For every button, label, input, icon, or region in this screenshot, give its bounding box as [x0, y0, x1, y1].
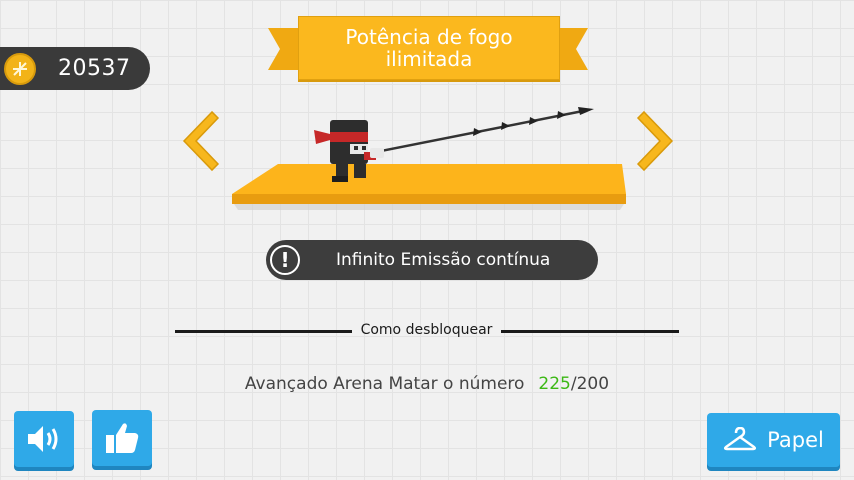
spear-icon [375, 107, 594, 154]
ability-description: Infinito Emissão contínua [336, 250, 551, 270]
coin-value: 20537 [58, 56, 131, 81]
speaker-icon [28, 426, 58, 452]
requirement-progress-current: 225 [538, 374, 571, 394]
weapon-title: Potência de fogo ilimitada [298, 16, 560, 80]
divider-line-right [501, 330, 679, 333]
requirement-text: Avançado Arena Matar o número [244, 374, 525, 394]
chevron-right-icon [636, 110, 674, 172]
divider-line-left [175, 330, 352, 333]
thumbs-up-icon [106, 423, 139, 453]
sound-toggle-button[interactable] [14, 411, 74, 467]
previous-weapon-button[interactable] [178, 110, 220, 172]
next-weapon-button[interactable] [636, 110, 678, 172]
outfit-button[interactable]: Papel [707, 413, 840, 467]
exclamation-icon: ! [270, 245, 300, 275]
ability-info-bar: ! Infinito Emissão contínua [266, 240, 598, 280]
unlock-heading: Como desbloquear [360, 322, 493, 338]
hanger-icon [724, 427, 757, 451]
character-preview [226, 96, 636, 216]
coin-icon [4, 52, 36, 85]
weapon-title-line2: ilimitada [385, 47, 473, 71]
unlock-requirement: Avançado Arena Matar o número 225/200 [0, 374, 854, 394]
coin-counter: 20537 [0, 47, 150, 90]
platform [232, 164, 626, 210]
requirement-progress-target: /200 [570, 374, 610, 394]
weapon-title-banner: Potência de fogo ilimitada [268, 12, 588, 82]
like-button[interactable] [92, 410, 152, 466]
weapon-title-line1: Potência de fogo [345, 25, 513, 49]
chevron-left-icon [182, 110, 220, 172]
outfit-button-label: Papel [767, 428, 824, 452]
